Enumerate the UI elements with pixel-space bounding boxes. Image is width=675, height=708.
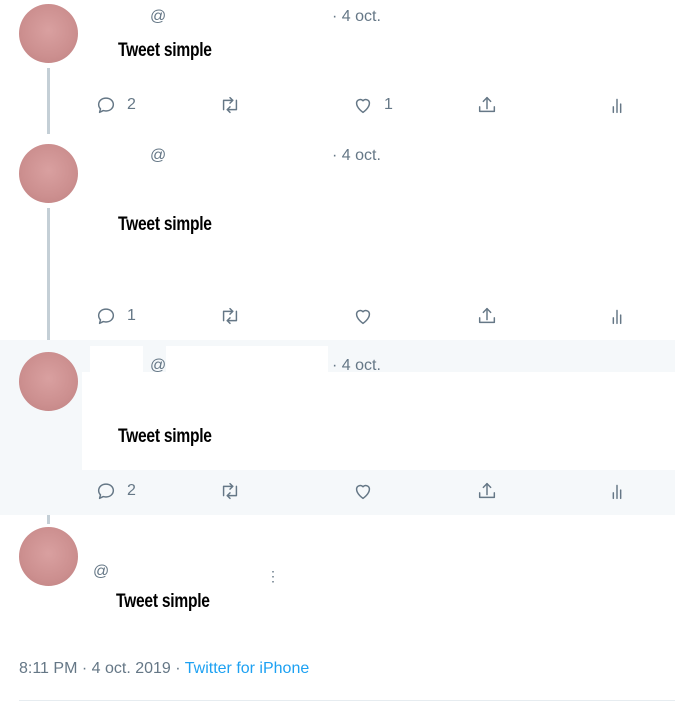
main-tweet: @ Tweet simple xyxy=(0,515,675,708)
share-button[interactable] xyxy=(476,92,498,118)
reply-icon xyxy=(97,308,115,325)
tweet-actions: 1 xyxy=(0,303,675,329)
retweet-button[interactable] xyxy=(219,303,241,329)
retweet-icon xyxy=(222,96,238,114)
share-icon xyxy=(478,307,496,324)
reply-count: 2 xyxy=(127,482,136,499)
tweet-handle[interactable]: @ xyxy=(150,357,166,375)
tweet-handle[interactable]: @ xyxy=(93,563,109,581)
tweet-source-link[interactable]: Twitter for iPhone xyxy=(185,660,310,677)
tweet-text: Tweet simple xyxy=(118,40,212,61)
reply-button[interactable]: 2 xyxy=(95,92,136,118)
tweet-handle[interactable]: @ xyxy=(150,8,166,26)
reply-button[interactable]: 1 xyxy=(95,303,136,329)
like-button[interactable] xyxy=(352,303,384,329)
redacted-name xyxy=(90,346,143,372)
retweet-icon xyxy=(222,307,238,325)
redacted-username xyxy=(166,346,328,372)
analytics-icon xyxy=(612,484,622,500)
tweet-actions: 2 1 xyxy=(0,92,675,118)
divider xyxy=(19,700,675,701)
like-count: 1 xyxy=(384,96,393,113)
avatar[interactable] xyxy=(19,352,78,411)
tweet-text: Tweet simple xyxy=(116,591,210,612)
reply-icon xyxy=(97,483,115,500)
analytics-button[interactable] xyxy=(606,303,628,329)
tweet[interactable]: @ · 4 oct. Tweet simple 2 xyxy=(0,340,675,515)
like-button[interactable]: 1 xyxy=(352,92,393,118)
tweet-actions: 2 xyxy=(0,478,675,504)
avatar[interactable] xyxy=(19,144,78,203)
meta-separator: · xyxy=(175,660,181,677)
retweet-icon xyxy=(222,482,238,500)
share-button[interactable] xyxy=(476,303,498,329)
avatar[interactable] xyxy=(19,527,78,586)
tweet-full-date[interactable]: 4 oct. 2019 xyxy=(92,660,171,677)
share-icon xyxy=(478,96,496,113)
share-button[interactable] xyxy=(476,478,498,504)
reply-count: 2 xyxy=(127,96,136,113)
tweet-date[interactable]: · 4 oct. xyxy=(332,147,381,165)
tweet-handle[interactable]: @ xyxy=(150,147,166,165)
tweet-meta: 8:11 PM · 4 oct. 2019 · Twitter for iPho… xyxy=(19,660,309,678)
tweet-body-area xyxy=(82,372,675,470)
analytics-button[interactable] xyxy=(606,92,628,118)
tweet-time[interactable]: 8:11 PM xyxy=(19,660,77,677)
like-icon xyxy=(355,309,371,325)
tweet[interactable]: @ · 4 oct. Tweet simple 2 1 xyxy=(0,0,675,140)
tweet-text: Tweet simple xyxy=(118,214,212,235)
retweet-button[interactable] xyxy=(219,92,241,118)
tweet[interactable]: @ · 4 oct. Tweet simple 1 xyxy=(0,140,675,340)
analytics-button[interactable] xyxy=(606,478,628,504)
like-button[interactable] xyxy=(352,478,384,504)
analytics-icon xyxy=(612,309,622,325)
tweet-date[interactable]: · 4 oct. xyxy=(332,357,381,375)
tweet-date[interactable]: · 4 oct. xyxy=(332,8,381,26)
share-icon xyxy=(478,482,496,499)
reply-button[interactable]: 2 xyxy=(95,478,136,504)
more-options-icon[interactable]: ⋮ xyxy=(266,568,280,585)
like-icon xyxy=(355,98,371,114)
avatar[interactable] xyxy=(19,4,78,63)
reply-icon xyxy=(97,97,115,114)
retweet-button[interactable] xyxy=(219,478,241,504)
tweet-text: Tweet simple xyxy=(118,426,212,447)
meta-separator: · xyxy=(81,660,88,677)
analytics-icon xyxy=(612,98,622,114)
like-icon xyxy=(355,484,371,500)
reply-count: 1 xyxy=(127,307,136,324)
